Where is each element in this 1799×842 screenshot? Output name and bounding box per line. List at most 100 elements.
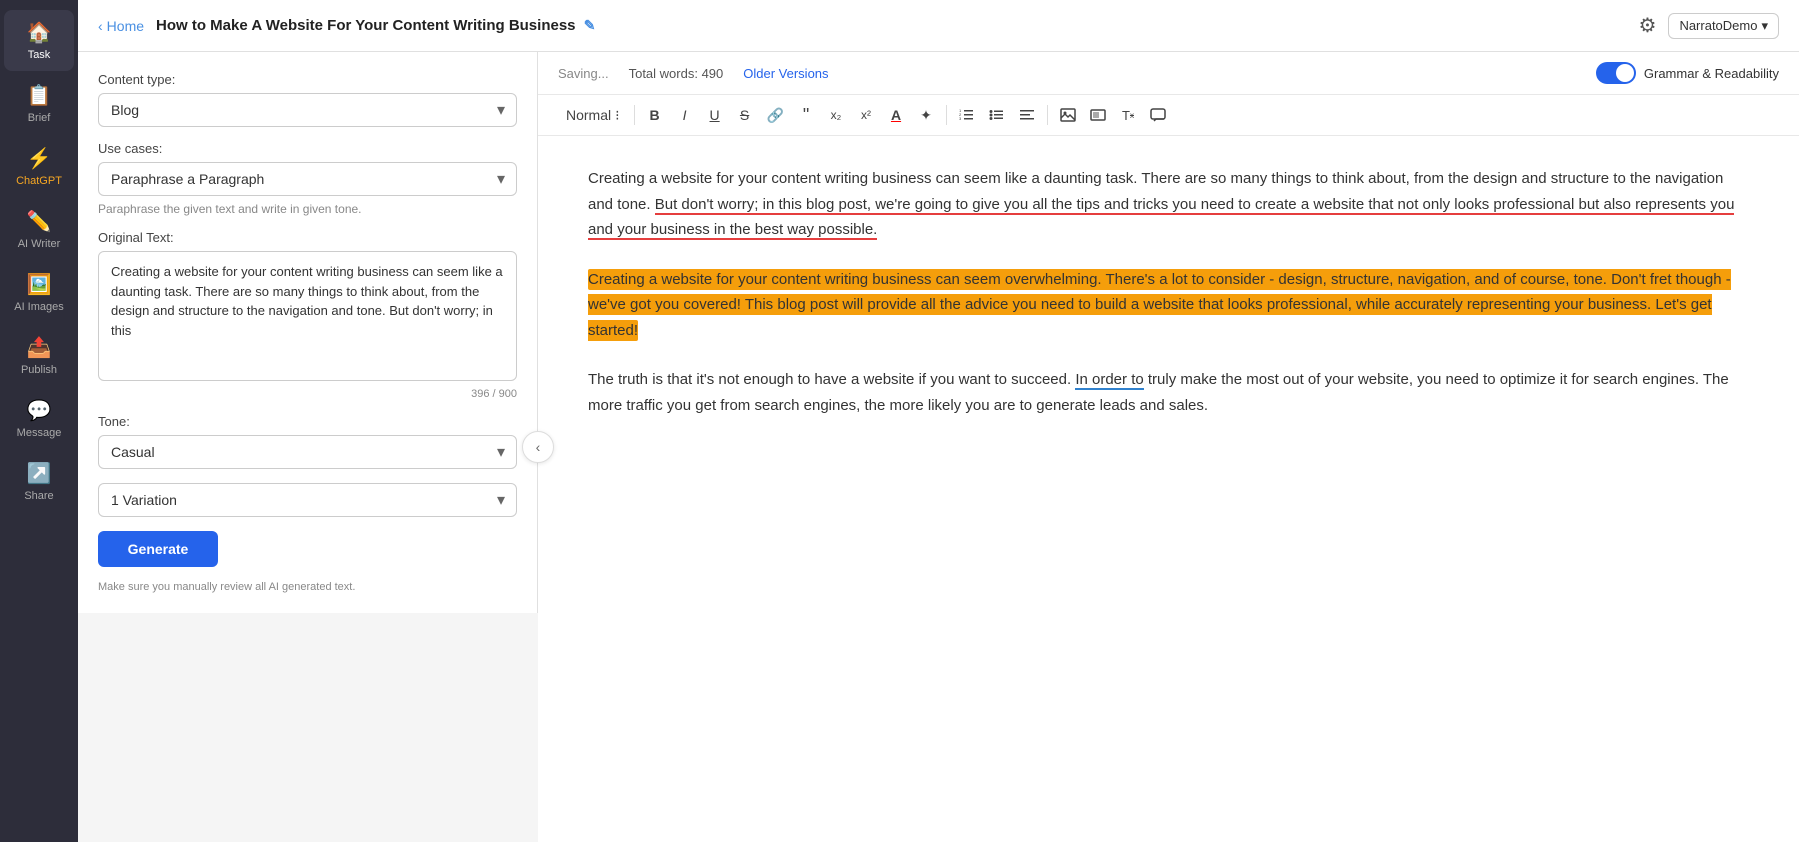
variation-select-wrapper: 1 Variation 2 Variations 3 Variations (98, 483, 517, 517)
title-text: How to Make A Website For Your Content W… (156, 17, 575, 34)
original-text-label: Original Text: (98, 230, 517, 245)
use-case-description: Paraphrase the given text and write in g… (98, 202, 517, 216)
use-case-select[interactable]: Paraphrase a Paragraph Summarize Expand (98, 162, 517, 196)
paragraph-2: Creating a website for your content writ… (588, 267, 1749, 344)
toolbar-bold[interactable]: B (641, 101, 669, 129)
share-icon: ↗️ (27, 461, 52, 486)
toolbar-strikethrough[interactable]: S (731, 101, 759, 129)
grammar-error-1: But don't worry; in this blog post, we'r… (588, 196, 1734, 241)
use-cases-section: Use cases: Paraphrase a Paragraph Summar… (98, 141, 517, 216)
variation-section: 1 Variation 2 Variations 3 Variations (98, 483, 517, 517)
word-count: Total words: 490 (629, 66, 724, 81)
back-button[interactable]: ‹ Home (98, 18, 144, 34)
variation-select[interactable]: 1 Variation 2 Variations 3 Variations (98, 483, 517, 517)
toolbar-image[interactable] (1054, 101, 1082, 129)
toolbar-normal[interactable]: Normal ⁝ (558, 103, 628, 128)
use-cases-label: Use cases: (98, 141, 517, 156)
toolbar-format-icon: ⁝ (615, 107, 619, 124)
grammar-toggle-wrapper: Grammar & Readability (1596, 62, 1779, 84)
sidebar-item-chatgpt[interactable]: ⚡ ChatGPT (4, 136, 74, 197)
home-icon: 🏠 (27, 20, 52, 45)
sidebar-item-ai-writer[interactable]: ✏️ AI Writer (4, 199, 74, 260)
paragraph-1: Creating a website for your content writ… (588, 166, 1749, 243)
tone-label: Tone: (98, 414, 517, 429)
sidebar: 🏠 Task 📋 Brief ⚡ ChatGPT ✏️ AI Writer 🖼️… (0, 0, 78, 842)
svg-text:3: 3 (959, 116, 962, 121)
grammar-label: Grammar & Readability (1644, 66, 1779, 81)
sidebar-label-publish: Publish (21, 364, 57, 376)
toolbar-divider-2 (946, 105, 947, 125)
settings-button[interactable]: ⚙ (1639, 13, 1657, 38)
content-type-select[interactable]: Blog Article Social Post (98, 93, 517, 127)
original-text-wrapper: Creating a website for your content writ… (98, 251, 517, 386)
sidebar-item-message[interactable]: 💬 Message (4, 388, 74, 449)
content-type-select-wrapper: Blog Article Social Post (98, 93, 517, 127)
content-type-section: Content type: Blog Article Social Post (98, 72, 517, 127)
account-label: NarratoDemo (1679, 18, 1757, 33)
use-case-select-wrapper: Paraphrase a Paragraph Summarize Expand (98, 162, 517, 196)
message-icon: 💬 (27, 398, 52, 423)
account-menu[interactable]: NarratoDemo ▾ (1668, 13, 1779, 39)
toolbar-divider-1 (634, 105, 635, 125)
ai-images-icon: 🖼️ (27, 272, 52, 297)
sidebar-label-chatgpt: ChatGPT (16, 175, 62, 187)
grammar-suggestion-1: In order to (1075, 371, 1143, 390)
account-chevron-icon: ▾ (1761, 18, 1768, 34)
toolbar-divider-3 (1047, 105, 1048, 125)
back-label: Home (107, 18, 144, 34)
toolbar-unordered-list[interactable] (983, 101, 1011, 129)
toolbar-italic[interactable]: I (671, 101, 699, 129)
paragraph-3: The truth is that it's not enough to hav… (588, 367, 1749, 418)
sidebar-label-brief: Brief (28, 112, 51, 124)
original-text-input[interactable]: Creating a website for your content writ… (98, 251, 517, 381)
sidebar-label-ai-images: AI Images (14, 301, 64, 313)
tone-select[interactable]: Casual Formal Friendly Professional (98, 435, 517, 469)
tone-select-wrapper: Casual Formal Friendly Professional (98, 435, 517, 469)
sidebar-item-task[interactable]: 🏠 Task (4, 10, 74, 71)
editor-topbar: Saving... Total words: 490 Older Version… (538, 52, 1799, 95)
sidebar-label-ai-writer: AI Writer (18, 238, 61, 250)
toolbar-embed[interactable] (1084, 101, 1112, 129)
sidebar-label-message: Message (17, 427, 62, 439)
generate-button[interactable]: Generate (98, 531, 218, 567)
toolbar-subscript[interactable]: x₂ (822, 101, 850, 129)
sidebar-item-share[interactable]: ↗️ Share (4, 451, 74, 512)
chatgpt-icon: ⚡ (27, 146, 52, 171)
toolbar-clear-format[interactable]: Tx (1114, 101, 1142, 129)
sidebar-item-publish[interactable]: 📤 Publish (4, 325, 74, 386)
toolbar-highlight[interactable]: ✦ (912, 101, 940, 129)
older-versions-link[interactable]: Older Versions (743, 66, 828, 81)
original-text-section: Original Text: Creating a website for yo… (98, 230, 517, 400)
saving-status: Saving... (558, 66, 609, 81)
topbar: ‹ Home How to Make A Website For Your Co… (78, 0, 1799, 52)
grammar-toggle[interactable] (1596, 62, 1636, 84)
toolbar: Normal ⁝ B I U S 🔗 " x₂ x² A ✦ 123 (538, 95, 1799, 136)
page-title: How to Make A Website For Your Content W… (156, 17, 1626, 34)
toolbar-ordered-list[interactable]: 123 (953, 101, 981, 129)
toolbar-underline[interactable]: U (701, 101, 729, 129)
sidebar-item-ai-images[interactable]: 🖼️ AI Images (4, 262, 74, 323)
toolbar-align[interactable] (1013, 101, 1041, 129)
toolbar-normal-label: Normal (566, 107, 611, 123)
main-container: ‹ Home How to Make A Website For Your Co… (78, 0, 1799, 842)
left-panel: Content type: Blog Article Social Post U… (78, 52, 538, 613)
toolbar-superscript[interactable]: x² (852, 101, 880, 129)
toolbar-link[interactable]: 🔗 (761, 101, 790, 129)
publish-icon: 📤 (27, 335, 52, 360)
editor-content[interactable]: Creating a website for your content writ… (538, 136, 1799, 842)
content-area: Content type: Blog Article Social Post U… (78, 52, 1799, 842)
sidebar-label-task: Task (28, 49, 51, 61)
collapse-panel-button[interactable]: ‹ (522, 431, 554, 463)
sidebar-item-brief[interactable]: 📋 Brief (4, 73, 74, 134)
toolbar-color[interactable]: A (882, 101, 910, 129)
sidebar-label-share: Share (24, 490, 53, 502)
ai-writer-icon: ✏️ (27, 209, 52, 234)
right-panel: Saving... Total words: 490 Older Version… (538, 52, 1799, 842)
toolbar-quote[interactable]: " (792, 101, 820, 129)
char-count: 396 / 900 (98, 388, 517, 400)
generate-section: Generate (98, 531, 517, 567)
tone-section: Tone: Casual Formal Friendly Professiona… (98, 414, 517, 469)
content-type-label: Content type: (98, 72, 517, 87)
edit-icon[interactable]: ✎ (584, 17, 596, 33)
toolbar-comment[interactable] (1144, 101, 1172, 129)
